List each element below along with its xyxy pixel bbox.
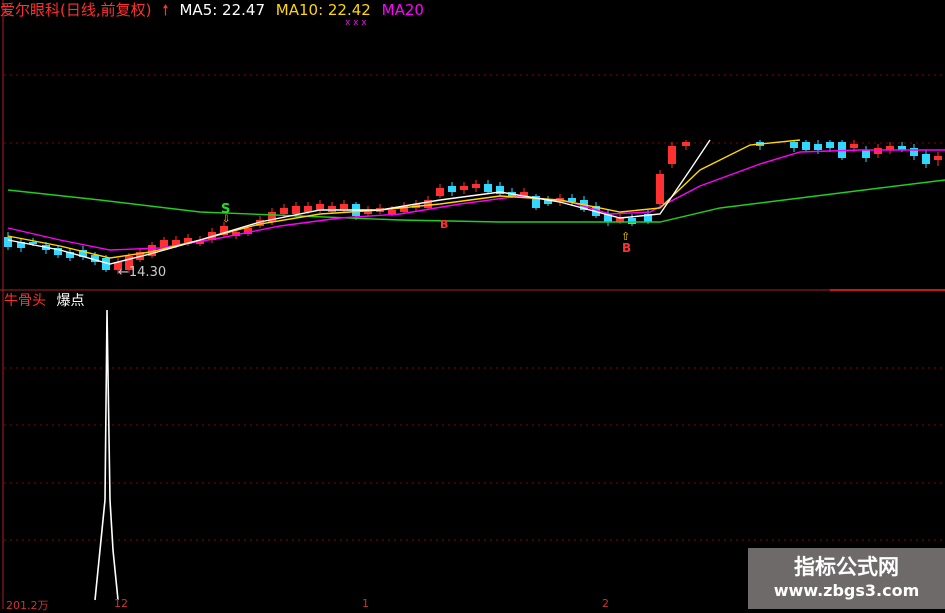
candle-body bbox=[862, 150, 870, 158]
tick-1: 1 bbox=[362, 597, 369, 610]
candle-body bbox=[436, 188, 444, 196]
ma20-line bbox=[7, 149, 945, 251]
explosion-spike bbox=[94, 309, 119, 601]
volume-axis-value: 201.2万 bbox=[6, 599, 49, 612]
candle-body bbox=[826, 142, 834, 148]
stock-title: 爱尔眼科(日线,前复权) bbox=[0, 1, 152, 19]
header-marks: x x x bbox=[345, 18, 367, 28]
candle-body bbox=[328, 206, 336, 212]
candle-body bbox=[656, 174, 664, 204]
candle-body bbox=[874, 148, 882, 154]
candle-body bbox=[292, 206, 300, 214]
indicator-line-name: 爆点 bbox=[56, 293, 85, 309]
watermark-title: 指标公式网 bbox=[794, 555, 899, 579]
candle-body bbox=[280, 208, 288, 214]
signal-b1: B bbox=[622, 241, 631, 255]
candle-body bbox=[934, 156, 942, 160]
candle-body bbox=[4, 237, 12, 247]
indicator-header: 牛骨头 爆点 bbox=[4, 290, 90, 310]
candle-body bbox=[668, 146, 676, 164]
candle-body bbox=[814, 144, 822, 150]
ma20-label: MA20 bbox=[381, 1, 424, 19]
ma5-value: MA5: 22.47 bbox=[179, 1, 265, 19]
ma10-value: MA10: 22.42 bbox=[275, 1, 371, 19]
candles bbox=[4, 140, 942, 274]
candle-body bbox=[316, 204, 324, 210]
candle-body bbox=[304, 206, 312, 212]
watermark-url: www.zbgs3.com bbox=[773, 581, 920, 600]
stock-chart[interactable]: S ⇩ ⇧ B B ←14.30 bbox=[0, 0, 945, 609]
ma10-line bbox=[7, 139, 801, 259]
candle-body bbox=[460, 186, 468, 190]
candle-body bbox=[802, 142, 810, 150]
up-arrow-icon: 🠕 bbox=[162, 1, 169, 19]
chart-header: 爱尔眼科(日线,前复权) 🠕 MA5: 22.47 MA10: 22.42 MA… bbox=[0, 0, 540, 20]
watermark-logo: 指标公式网 www.zbgs3.com bbox=[748, 548, 945, 609]
candle-body bbox=[910, 148, 918, 156]
candle-body bbox=[448, 186, 456, 192]
tick-2: 2 bbox=[602, 597, 609, 610]
signal-b2: B bbox=[440, 218, 448, 231]
candle-body bbox=[388, 210, 396, 214]
candle-body bbox=[484, 184, 492, 192]
tick-12: 12 bbox=[114, 597, 128, 610]
candle-body bbox=[628, 218, 636, 224]
candle-body bbox=[850, 144, 858, 148]
candle-body bbox=[922, 154, 930, 164]
candle-body bbox=[682, 142, 690, 146]
candle-body bbox=[790, 142, 798, 148]
candle-body bbox=[340, 204, 348, 210]
signal-s-arrow: ⇩ bbox=[222, 214, 230, 225]
candle-body bbox=[472, 184, 480, 188]
indicator-name: 牛骨头 bbox=[4, 293, 46, 309]
low-label: ←14.30 bbox=[118, 265, 166, 280]
